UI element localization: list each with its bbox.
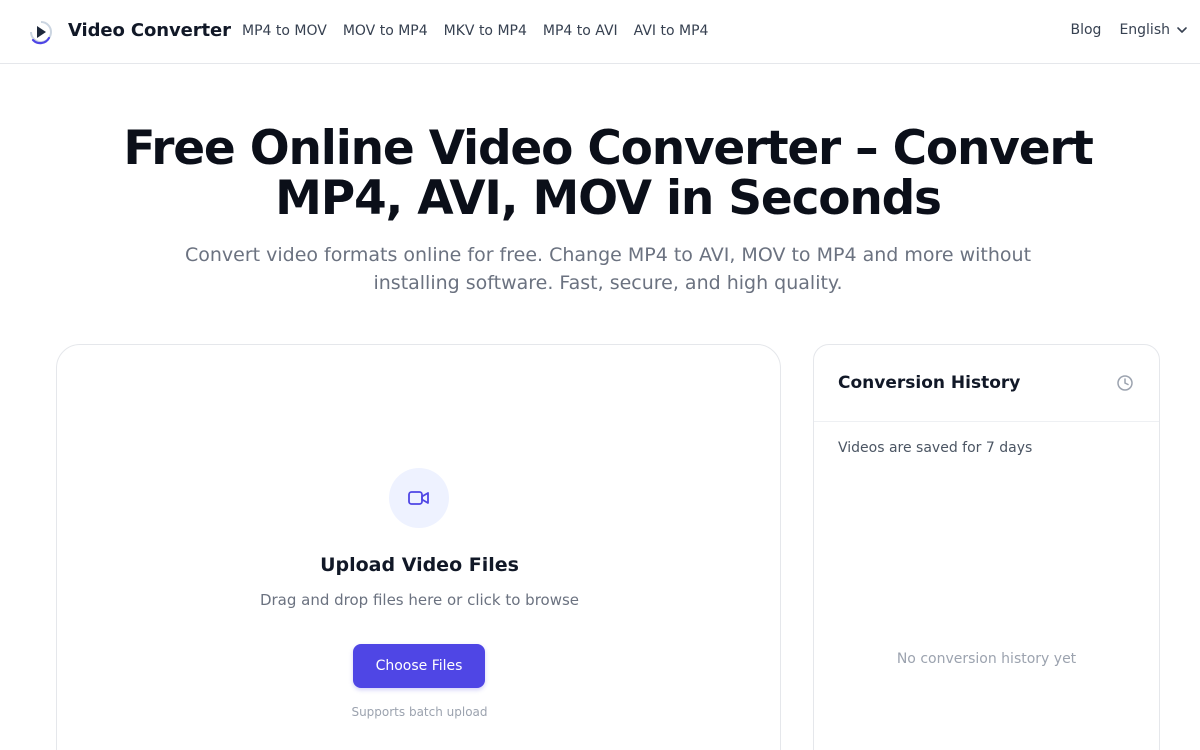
video-camera-icon — [408, 491, 429, 505]
choose-files-button[interactable]: Choose Files — [353, 644, 485, 688]
nav-item-mkv-to-mp4[interactable]: MKV to MP4 — [444, 23, 527, 39]
main-nav: MP4 to MOV MOV to MP4 MKV to MP4 MP4 to … — [242, 23, 724, 39]
history-header: Conversion History — [814, 345, 1159, 422]
nav-item-mp4-to-avi[interactable]: MP4 to AVI — [543, 23, 618, 39]
history-title: Conversion History — [838, 373, 1021, 393]
nav-item-mov-to-mp4[interactable]: MOV to MP4 — [343, 23, 428, 39]
upload-icon-badge — [389, 468, 449, 528]
nav-item-mp4-to-mov[interactable]: MP4 to MOV — [242, 23, 327, 39]
upload-dropzone[interactable]: Upload Video Files Drag and drop files h… — [56, 344, 781, 750]
blog-link[interactable]: Blog — [1070, 22, 1101, 38]
history-empty-state: No conversion history yet — [896, 651, 1077, 667]
history-retention-note: Videos are saved for 7 days — [838, 440, 1033, 456]
logo-play-icon[interactable] — [29, 19, 53, 45]
language-label: English — [1119, 22, 1170, 38]
page-subtitle: Convert video formats online for free. C… — [184, 244, 1032, 294]
batch-upload-note: Supports batch upload — [351, 705, 488, 719]
header-right: Blog English — [1070, 22, 1188, 38]
top-header: Video Converter MP4 to MOV MOV to MP4 MK… — [0, 0, 1200, 64]
language-selector[interactable]: English — [1119, 22, 1188, 38]
clock-icon — [1117, 375, 1133, 391]
upload-description: Drag and drop files here or click to bro… — [259, 591, 580, 609]
brand-name[interactable]: Video Converter — [68, 20, 231, 41]
nav-item-avi-to-mp4[interactable]: AVI to MP4 — [634, 23, 709, 39]
upload-title: Upload Video Files — [320, 554, 519, 576]
chevron-down-icon — [1177, 27, 1187, 33]
conversion-history-panel: Conversion History Videos are saved for … — [813, 344, 1160, 750]
page-title: Free Online Video Converter – Convert MP… — [123, 121, 1093, 226]
